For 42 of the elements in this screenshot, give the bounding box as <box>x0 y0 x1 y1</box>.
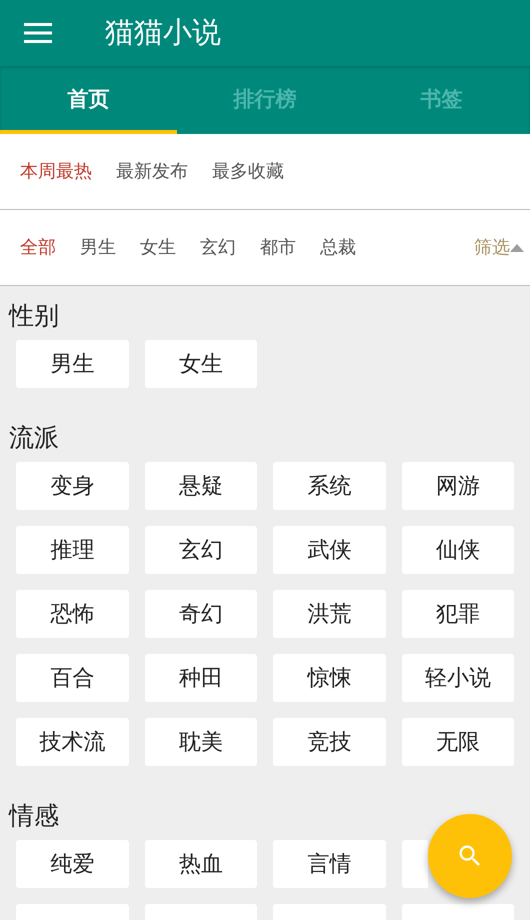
tag-chip[interactable] <box>402 840 428 888</box>
category-filter[interactable]: 玄幻 <box>200 234 236 261</box>
tag-chip[interactable]: 男生 <box>16 340 128 388</box>
tag-chip[interactable]: 仙侠 <box>402 526 514 574</box>
tag-chip[interactable]: 武侠 <box>273 526 386 574</box>
tag-chip[interactable]: 百合 <box>16 654 128 702</box>
tag-chip[interactable]: 奇幻 <box>144 590 257 638</box>
caret-up-icon <box>510 244 524 252</box>
category-filter[interactable]: 女生 <box>140 234 176 261</box>
category-filter[interactable]: 全部 <box>20 234 56 261</box>
tag-chip[interactable]: 纯爱 <box>16 840 128 888</box>
tag-chip[interactable]: 轻小说 <box>402 654 514 702</box>
tag-chip[interactable]: 恐怖 <box>16 590 128 638</box>
tag-chip[interactable]: 耽美 <box>144 718 257 766</box>
section-title: 情感 <box>8 800 60 832</box>
section-title: 性别 <box>8 300 60 332</box>
tag-chip[interactable]: 竞技 <box>273 718 386 766</box>
tag-chip[interactable]: 热血 <box>144 840 257 888</box>
section-title: 流派 <box>8 422 60 454</box>
menu-icon[interactable] <box>24 23 52 43</box>
tag-chip[interactable]: 女生 <box>144 340 257 388</box>
tag-chip[interactable]: 系统 <box>273 462 386 510</box>
sort-option[interactable]: 最新发布 <box>116 158 188 185</box>
app-title: 猫猫小说 <box>105 14 221 52</box>
tag-chip[interactable]: 技术流 <box>16 718 128 766</box>
tag-chip[interactable]: 无限 <box>402 718 514 766</box>
category-filter[interactable]: 男生 <box>80 234 116 261</box>
sort-option[interactable]: 最多收藏 <box>212 158 284 185</box>
sort-option[interactable]: 本周最热 <box>20 158 92 185</box>
tag-chip[interactable]: 洪荒 <box>273 590 386 638</box>
tag-chip[interactable]: 犯罪 <box>402 590 514 638</box>
tag-chip[interactable]: 言情 <box>273 840 386 888</box>
tag-chip[interactable]: 网游 <box>402 462 514 510</box>
tag-chip[interactable]: 悬疑 <box>144 462 257 510</box>
tag-chip[interactable]: 玄幻 <box>144 526 257 574</box>
tag-chip[interactable]: 种田 <box>144 654 257 702</box>
tag-chip[interactable]: 推理 <box>16 526 128 574</box>
category-filter[interactable]: 总裁 <box>320 234 356 261</box>
search-button[interactable] <box>428 814 512 898</box>
tag-chip[interactable]: 惊悚 <box>273 654 386 702</box>
category-filter[interactable]: 都市 <box>260 234 296 261</box>
tag-chip[interactable]: 变身 <box>16 462 128 510</box>
